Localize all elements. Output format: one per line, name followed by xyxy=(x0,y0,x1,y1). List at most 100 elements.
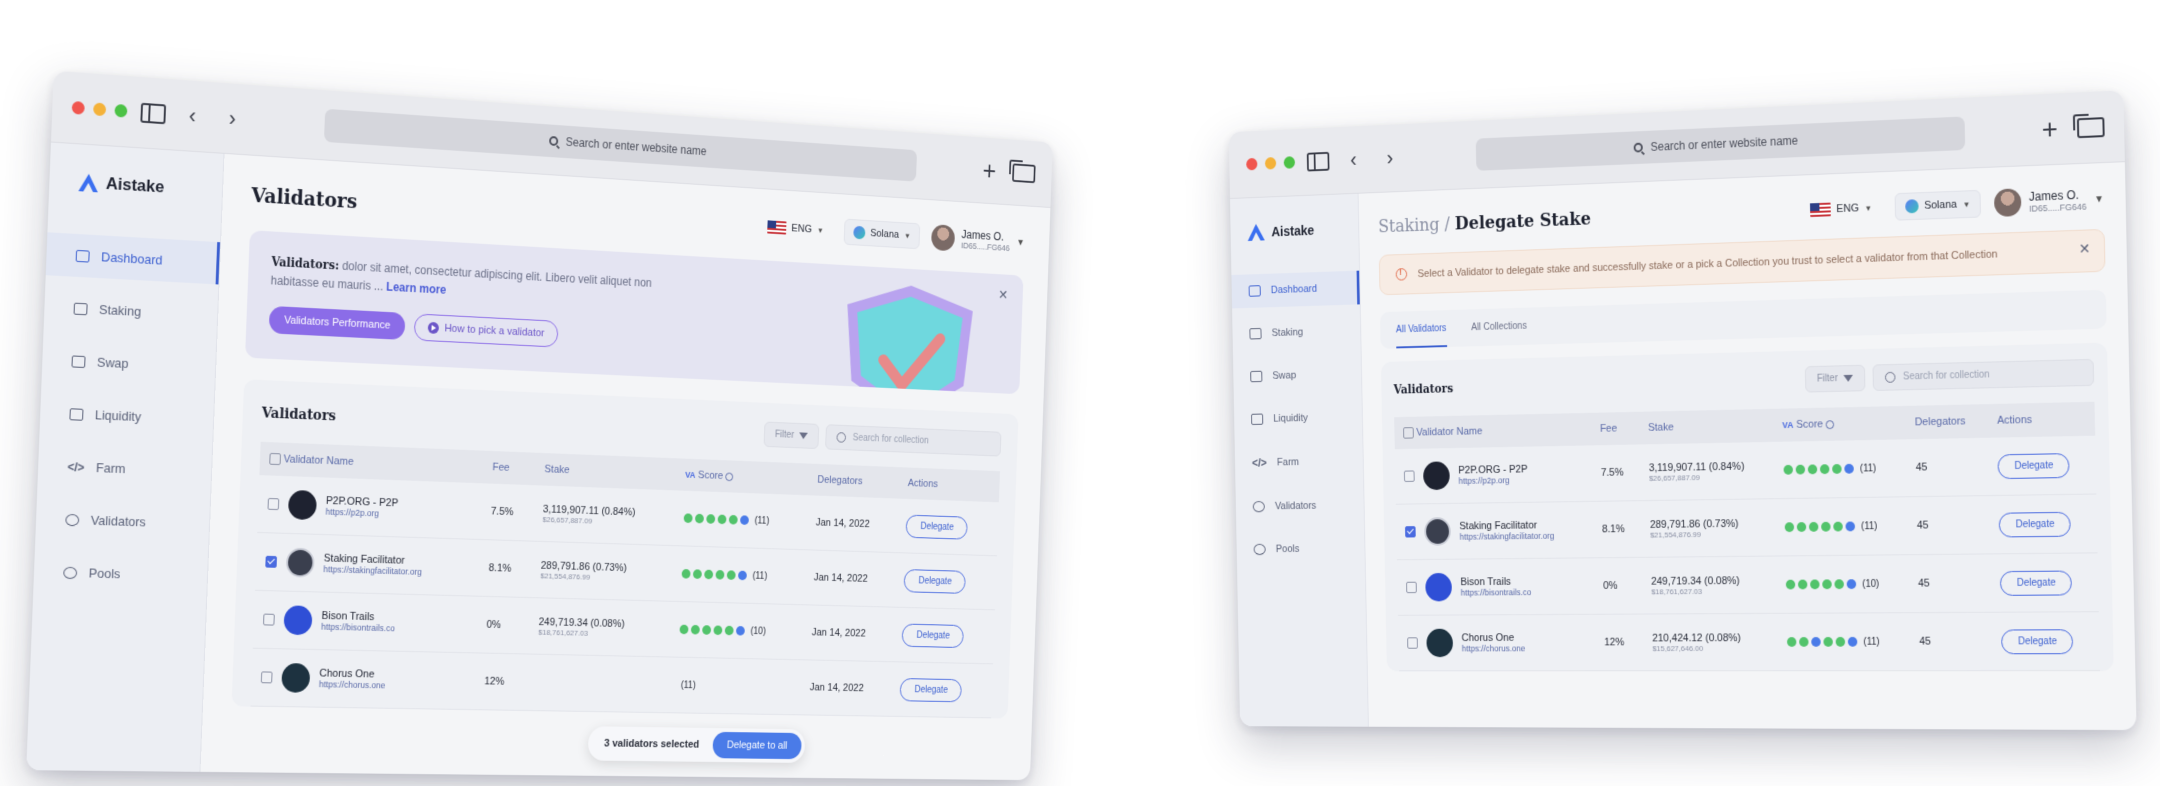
validator-logo xyxy=(1426,628,1454,658)
maximize-window-button[interactable] xyxy=(114,103,128,118)
learn-more-link[interactable]: Learn more xyxy=(386,280,446,297)
table-row[interactable]: Bison Trails https://bisontrails.co 0% 24… xyxy=(1396,552,2099,616)
info-icon[interactable] xyxy=(1825,419,1835,429)
delegate-button[interactable]: Delegate xyxy=(901,623,965,648)
minimize-window-button[interactable] xyxy=(1264,157,1277,170)
validator-url[interactable]: https://chorus.one xyxy=(319,679,386,690)
search-input[interactable]: Search for collection xyxy=(825,424,1002,457)
row-checkbox[interactable] xyxy=(1407,637,1418,649)
filter-button[interactable]: Filter xyxy=(1804,364,1866,393)
validator-logo xyxy=(283,605,313,636)
tab-all-validators[interactable]: All Validators xyxy=(1395,323,1447,349)
validator-url[interactable]: https://p2p.org xyxy=(1458,475,1527,486)
sidebar-item-farm[interactable]: </> Farm xyxy=(37,444,212,493)
score-count: (11) xyxy=(752,570,768,582)
language-selector[interactable]: ENG ▼ xyxy=(1801,195,1882,223)
sidebar-item-label: Swap xyxy=(1272,369,1297,382)
filter-button[interactable]: Filter xyxy=(763,421,820,450)
sidebar-toggle-icon[interactable] xyxy=(1306,151,1330,172)
column-header-delegators: Delegators xyxy=(808,463,900,499)
row-checkbox[interactable] xyxy=(1405,526,1416,538)
forward-arrow-icon[interactable]: › xyxy=(1378,146,1403,170)
info-icon[interactable] xyxy=(725,472,734,481)
delegate-button[interactable]: Delegate xyxy=(2000,570,2073,596)
score-dots: (11) xyxy=(681,569,797,583)
close-icon[interactable]: ✕ xyxy=(998,287,1008,303)
network-selector[interactable]: Solana ▼ xyxy=(1894,189,1982,221)
delegate-button[interactable]: Delegate xyxy=(1999,511,2072,538)
delegate-to-all-button[interactable]: Delegate to all xyxy=(712,731,802,760)
validators-performance-button[interactable]: Validators Performance xyxy=(268,306,406,341)
row-checkbox[interactable] xyxy=(260,671,273,684)
row-checkbox[interactable] xyxy=(263,613,275,626)
info-alert: Select a Validator to delegate stake and… xyxy=(1378,228,2106,296)
user-menu[interactable]: James O. ID65.....FG646 ▼ xyxy=(931,224,1025,255)
selection-bar: 3 validators selected Delegate to all xyxy=(587,726,806,763)
row-checkbox[interactable] xyxy=(1406,581,1417,594)
back-arrow-icon[interactable]: ‹ xyxy=(179,103,207,128)
delegate-button[interactable]: Delegate xyxy=(2001,628,2074,654)
row-checkbox[interactable] xyxy=(267,498,280,511)
forward-arrow-icon[interactable]: › xyxy=(219,105,246,130)
sidebar-item-staking[interactable]: Staking xyxy=(44,285,218,336)
sidebar-item-validators[interactable]: Validators xyxy=(1236,488,1364,523)
breadcrumb-root[interactable]: Staking / xyxy=(1378,214,1450,237)
table-row[interactable]: Staking Facilitator https://stakingfacili… xyxy=(1395,494,2098,560)
row-checkbox[interactable] xyxy=(1403,470,1415,483)
sidebar-item-pools[interactable]: Pools xyxy=(33,550,208,597)
sidebar-item-dashboard[interactable]: Dashboard xyxy=(1231,270,1360,309)
dashboard-icon xyxy=(1248,285,1261,297)
minimize-window-button[interactable] xyxy=(93,102,107,117)
score-dots: (11) xyxy=(1786,636,1901,647)
new-tab-plus-icon[interactable]: + xyxy=(977,155,1001,184)
user-menu[interactable]: James O. ID65.....FG646 ▼ xyxy=(1993,185,2104,217)
validator-logo xyxy=(287,489,318,521)
column-header-actions: Actions xyxy=(898,467,1001,503)
search-input[interactable]: Search for collection xyxy=(1872,358,2095,391)
delegate-button[interactable]: Delegate xyxy=(903,568,967,594)
date-cell: Jan 14, 2022 xyxy=(804,549,897,608)
sidebar-item-dashboard[interactable]: Dashboard xyxy=(45,232,221,285)
sidebar-item-swap[interactable]: Swap xyxy=(42,338,216,389)
sidebar-item-liquidity[interactable]: Liquidity xyxy=(1234,400,1362,436)
close-window-button[interactable] xyxy=(1246,157,1258,171)
fee-cell: 0% xyxy=(1593,557,1643,615)
delegate-button[interactable]: Delegate xyxy=(899,677,963,702)
tabs-overview-icon[interactable] xyxy=(2076,116,2105,138)
maximize-window-button[interactable] xyxy=(1283,156,1296,169)
delegate-button[interactable]: Delegate xyxy=(1997,452,2071,479)
brand-logo[interactable]: Aistake xyxy=(1230,220,1359,275)
sidebar-item-farm[interactable]: </> Farm xyxy=(1235,443,1363,481)
close-icon[interactable]: ✕ xyxy=(2079,240,2091,257)
sidebar-item-label: Farm xyxy=(1276,456,1300,469)
validator-url[interactable]: https://bisontrails.co xyxy=(1461,588,1532,598)
address-bar[interactable]: Search or enter website name xyxy=(1475,115,1966,171)
showcase-stage: ‹ › Search or enter website name + Aista… xyxy=(0,0,2160,786)
back-arrow-icon[interactable]: ‹ xyxy=(1341,147,1366,171)
language-selector[interactable]: ENG ▼ xyxy=(758,214,832,243)
sidebar-item-validators[interactable]: Validators xyxy=(35,497,210,545)
new-tab-plus-icon[interactable]: + xyxy=(2036,113,2064,144)
select-all-checkbox[interactable] xyxy=(269,453,281,466)
table-row[interactable]: Chorus One https://chorus.one 12% 210,424… xyxy=(1398,611,2101,671)
validator-url[interactable]: https://stakingfacilitator.org xyxy=(323,564,422,577)
how-to-pick-validator-button[interactable]: How to pick a validator xyxy=(413,313,559,348)
select-all-checkbox[interactable] xyxy=(1403,427,1414,439)
sidebar-toggle-icon[interactable] xyxy=(140,102,167,124)
validator-url[interactable]: https://bisontrails.co xyxy=(321,622,395,633)
validator-url[interactable]: https://chorus.one xyxy=(1462,644,1526,654)
delegate-button[interactable]: Delegate xyxy=(905,514,969,540)
sidebar-item-label: Liquidity xyxy=(94,407,142,425)
close-window-button[interactable] xyxy=(71,100,85,115)
sidebar-item-staking[interactable]: Staking xyxy=(1232,314,1360,351)
sidebar-item-swap[interactable]: Swap xyxy=(1233,357,1361,394)
tabs-overview-icon[interactable] xyxy=(1012,162,1036,183)
tab-all-collections[interactable]: All Collections xyxy=(1471,321,1527,346)
network-selector[interactable]: Solana ▼ xyxy=(843,218,921,250)
sidebar-item-pools[interactable]: Pools xyxy=(1236,531,1364,566)
validator-url[interactable]: https://stakingfacilitator.org xyxy=(1460,531,1555,542)
brand-logo[interactable]: Aistake xyxy=(47,170,222,242)
row-checkbox[interactable] xyxy=(265,555,278,568)
avatar xyxy=(931,224,956,252)
sidebar-item-liquidity[interactable]: Liquidity xyxy=(39,391,214,441)
